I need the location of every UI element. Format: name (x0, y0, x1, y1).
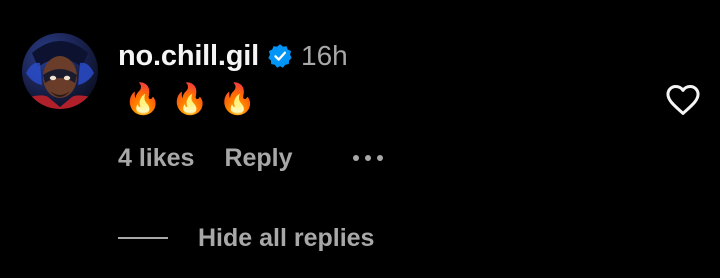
reply-button[interactable]: Reply (224, 144, 292, 173)
replies-divider (118, 237, 168, 239)
heart-outline-icon[interactable] (664, 81, 702, 119)
timestamp: 16h (301, 40, 348, 71)
dot (352, 155, 359, 161)
comment-text: 🔥🔥🔥 (124, 83, 267, 116)
avatar[interactable] (22, 33, 98, 109)
likes-count[interactable]: 4 likes (118, 144, 194, 173)
dot (376, 155, 383, 161)
comment-actions: 4 likes Reply (118, 140, 383, 176)
hide-replies-label: Hide all replies (198, 223, 375, 252)
username[interactable]: no.chill.gil (118, 40, 259, 73)
comment-header: no.chill.gil 16h (118, 36, 348, 76)
more-horizontal-icon[interactable] (352, 148, 383, 168)
dot (364, 155, 371, 161)
verified-badge-icon (268, 44, 292, 68)
comment-item: no.chill.gil 16h 🔥🔥🔥 4 likes Reply Hide … (0, 0, 720, 278)
hide-replies-button[interactable]: Hide all replies (118, 220, 374, 256)
avatar-image (22, 41, 98, 109)
